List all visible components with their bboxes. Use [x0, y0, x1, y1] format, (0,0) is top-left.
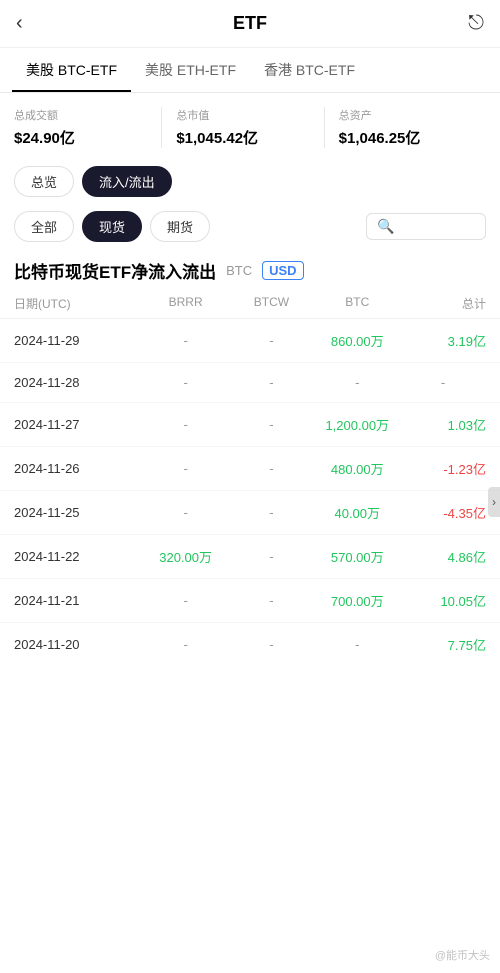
scroll-arrow[interactable]: › [488, 487, 500, 517]
header: ‹ ETF ⎋ [0, 0, 500, 48]
th-btc: BTC [314, 295, 400, 312]
data-table: 日期(UTC) BRRR BTCW BTC 总计 2024-11-29 - - … [0, 289, 500, 666]
th-btcw: BTCW [229, 295, 315, 312]
table-row: 2024-11-21 - - 700.00万 10.05亿 [0, 579, 500, 623]
td-brrr: - [143, 333, 229, 348]
td-date: 2024-11-22 [14, 549, 143, 564]
td-btc: - [314, 637, 400, 652]
td-total: - [400, 375, 486, 390]
td-btcw: - [229, 333, 315, 348]
td-btcw: - [229, 461, 315, 476]
tab-bar: 美股 BTC-ETF 美股 ETH-ETF 香港 BTC-ETF [0, 48, 500, 93]
table-row: 2024-11-20 - - - 7.75亿 [0, 623, 500, 666]
stat-assets: 总资产 $1,046.25亿 [325, 107, 486, 148]
td-btc: 700.00万 [314, 591, 400, 610]
td-brrr: - [143, 375, 229, 390]
td-btc: - [314, 375, 400, 390]
td-date: 2024-11-25 [14, 505, 143, 520]
td-brrr: 320.00万 [143, 547, 229, 566]
stat-market-cap-label: 总市值 [176, 107, 309, 123]
tab-eth-etf[interactable]: 美股 ETH-ETF [131, 48, 250, 92]
td-brrr: - [143, 593, 229, 608]
currency-btc-button[interactable]: BTC [226, 263, 252, 278]
share-button[interactable]: ⎋ [454, 12, 484, 35]
table-row: 2024-11-28 - - - - [0, 363, 500, 403]
td-btc: 480.00万 [314, 459, 400, 478]
table-row: 2024-11-22 320.00万 - 570.00万 4.86亿 [0, 535, 500, 579]
td-total: -1.23亿 [400, 459, 486, 478]
td-total: 1.03亿 [400, 415, 486, 434]
td-date: 2024-11-20 [14, 637, 143, 652]
td-btc: 860.00万 [314, 331, 400, 350]
td-btc: 570.00万 [314, 547, 400, 566]
th-date: 日期(UTC) [14, 295, 143, 312]
td-total: 4.86亿 [400, 547, 486, 566]
table-row: 2024-11-26 - - 480.00万 -1.23亿 [0, 447, 500, 491]
stat-volume: 总成交额 $24.90亿 [14, 107, 162, 148]
td-brrr: - [143, 417, 229, 432]
filter-spot[interactable]: 现货 [82, 211, 142, 242]
td-btcw: - [229, 549, 315, 564]
td-btcw: - [229, 593, 315, 608]
table-row: 2024-11-25 - - 40.00万 -4.35亿 [0, 491, 500, 535]
stat-market-cap: 总市值 $1,045.42亿 [162, 107, 324, 148]
th-brrr: BRRR [143, 295, 229, 312]
td-brrr: - [143, 505, 229, 520]
watermark: @能币大头 [435, 947, 490, 963]
filter-overview[interactable]: 总览 [14, 166, 74, 197]
td-btcw: - [229, 637, 315, 652]
currency-usd-button[interactable]: USD [262, 261, 303, 280]
stat-market-cap-value: $1,045.42亿 [176, 127, 309, 148]
stat-assets-label: 总资产 [339, 107, 472, 123]
filter-inflow-outflow[interactable]: 流入/流出 [82, 166, 172, 197]
stat-assets-value: $1,046.25亿 [339, 127, 472, 148]
td-total: 3.19亿 [400, 331, 486, 350]
td-date: 2024-11-27 [14, 417, 143, 432]
table-row: 2024-11-29 - - 860.00万 3.19亿 [0, 319, 500, 363]
td-date: 2024-11-21 [14, 593, 143, 608]
table-header: 日期(UTC) BRRR BTCW BTC 总计 [0, 289, 500, 319]
filter-futures[interactable]: 期货 [150, 211, 210, 242]
td-total: 7.75亿 [400, 635, 486, 654]
tab-hk-btc-etf[interactable]: 香港 BTC-ETF [250, 48, 369, 92]
td-btc: 1,200.00万 [314, 415, 400, 434]
section-title: 比特币现货ETF净流入流出 [14, 258, 216, 283]
tab-btc-etf[interactable]: 美股 BTC-ETF [12, 48, 131, 92]
td-date: 2024-11-28 [14, 375, 143, 390]
th-total: 总计 [400, 295, 486, 312]
filter-row-2: 全部 现货 期货 🔍 [0, 205, 500, 248]
filter-all[interactable]: 全部 [14, 211, 74, 242]
stat-volume-label: 总成交额 [14, 107, 147, 123]
td-date: 2024-11-26 [14, 461, 143, 476]
td-brrr: - [143, 461, 229, 476]
td-total: -4.35亿 [400, 503, 486, 522]
page-title: ETF [46, 13, 454, 34]
td-brrr: - [143, 637, 229, 652]
search-box[interactable]: 🔍 [366, 213, 486, 240]
filter-row-1: 总览 流入/流出 [0, 158, 500, 205]
td-btcw: - [229, 505, 315, 520]
table-row: 2024-11-27 - - 1,200.00万 1.03亿 [0, 403, 500, 447]
td-date: 2024-11-29 [14, 333, 143, 348]
td-btcw: - [229, 375, 315, 390]
section-title-area: 比特币现货ETF净流入流出 BTC USD [0, 248, 500, 289]
td-btcw: - [229, 417, 315, 432]
search-icon: 🔍 [377, 218, 394, 235]
stat-volume-value: $24.90亿 [14, 127, 147, 148]
stats-row: 总成交额 $24.90亿 总市值 $1,045.42亿 总资产 $1,046.2… [0, 93, 500, 158]
td-btc: 40.00万 [314, 503, 400, 522]
back-button[interactable]: ‹ [16, 12, 46, 35]
td-total: 10.05亿 [400, 591, 486, 610]
